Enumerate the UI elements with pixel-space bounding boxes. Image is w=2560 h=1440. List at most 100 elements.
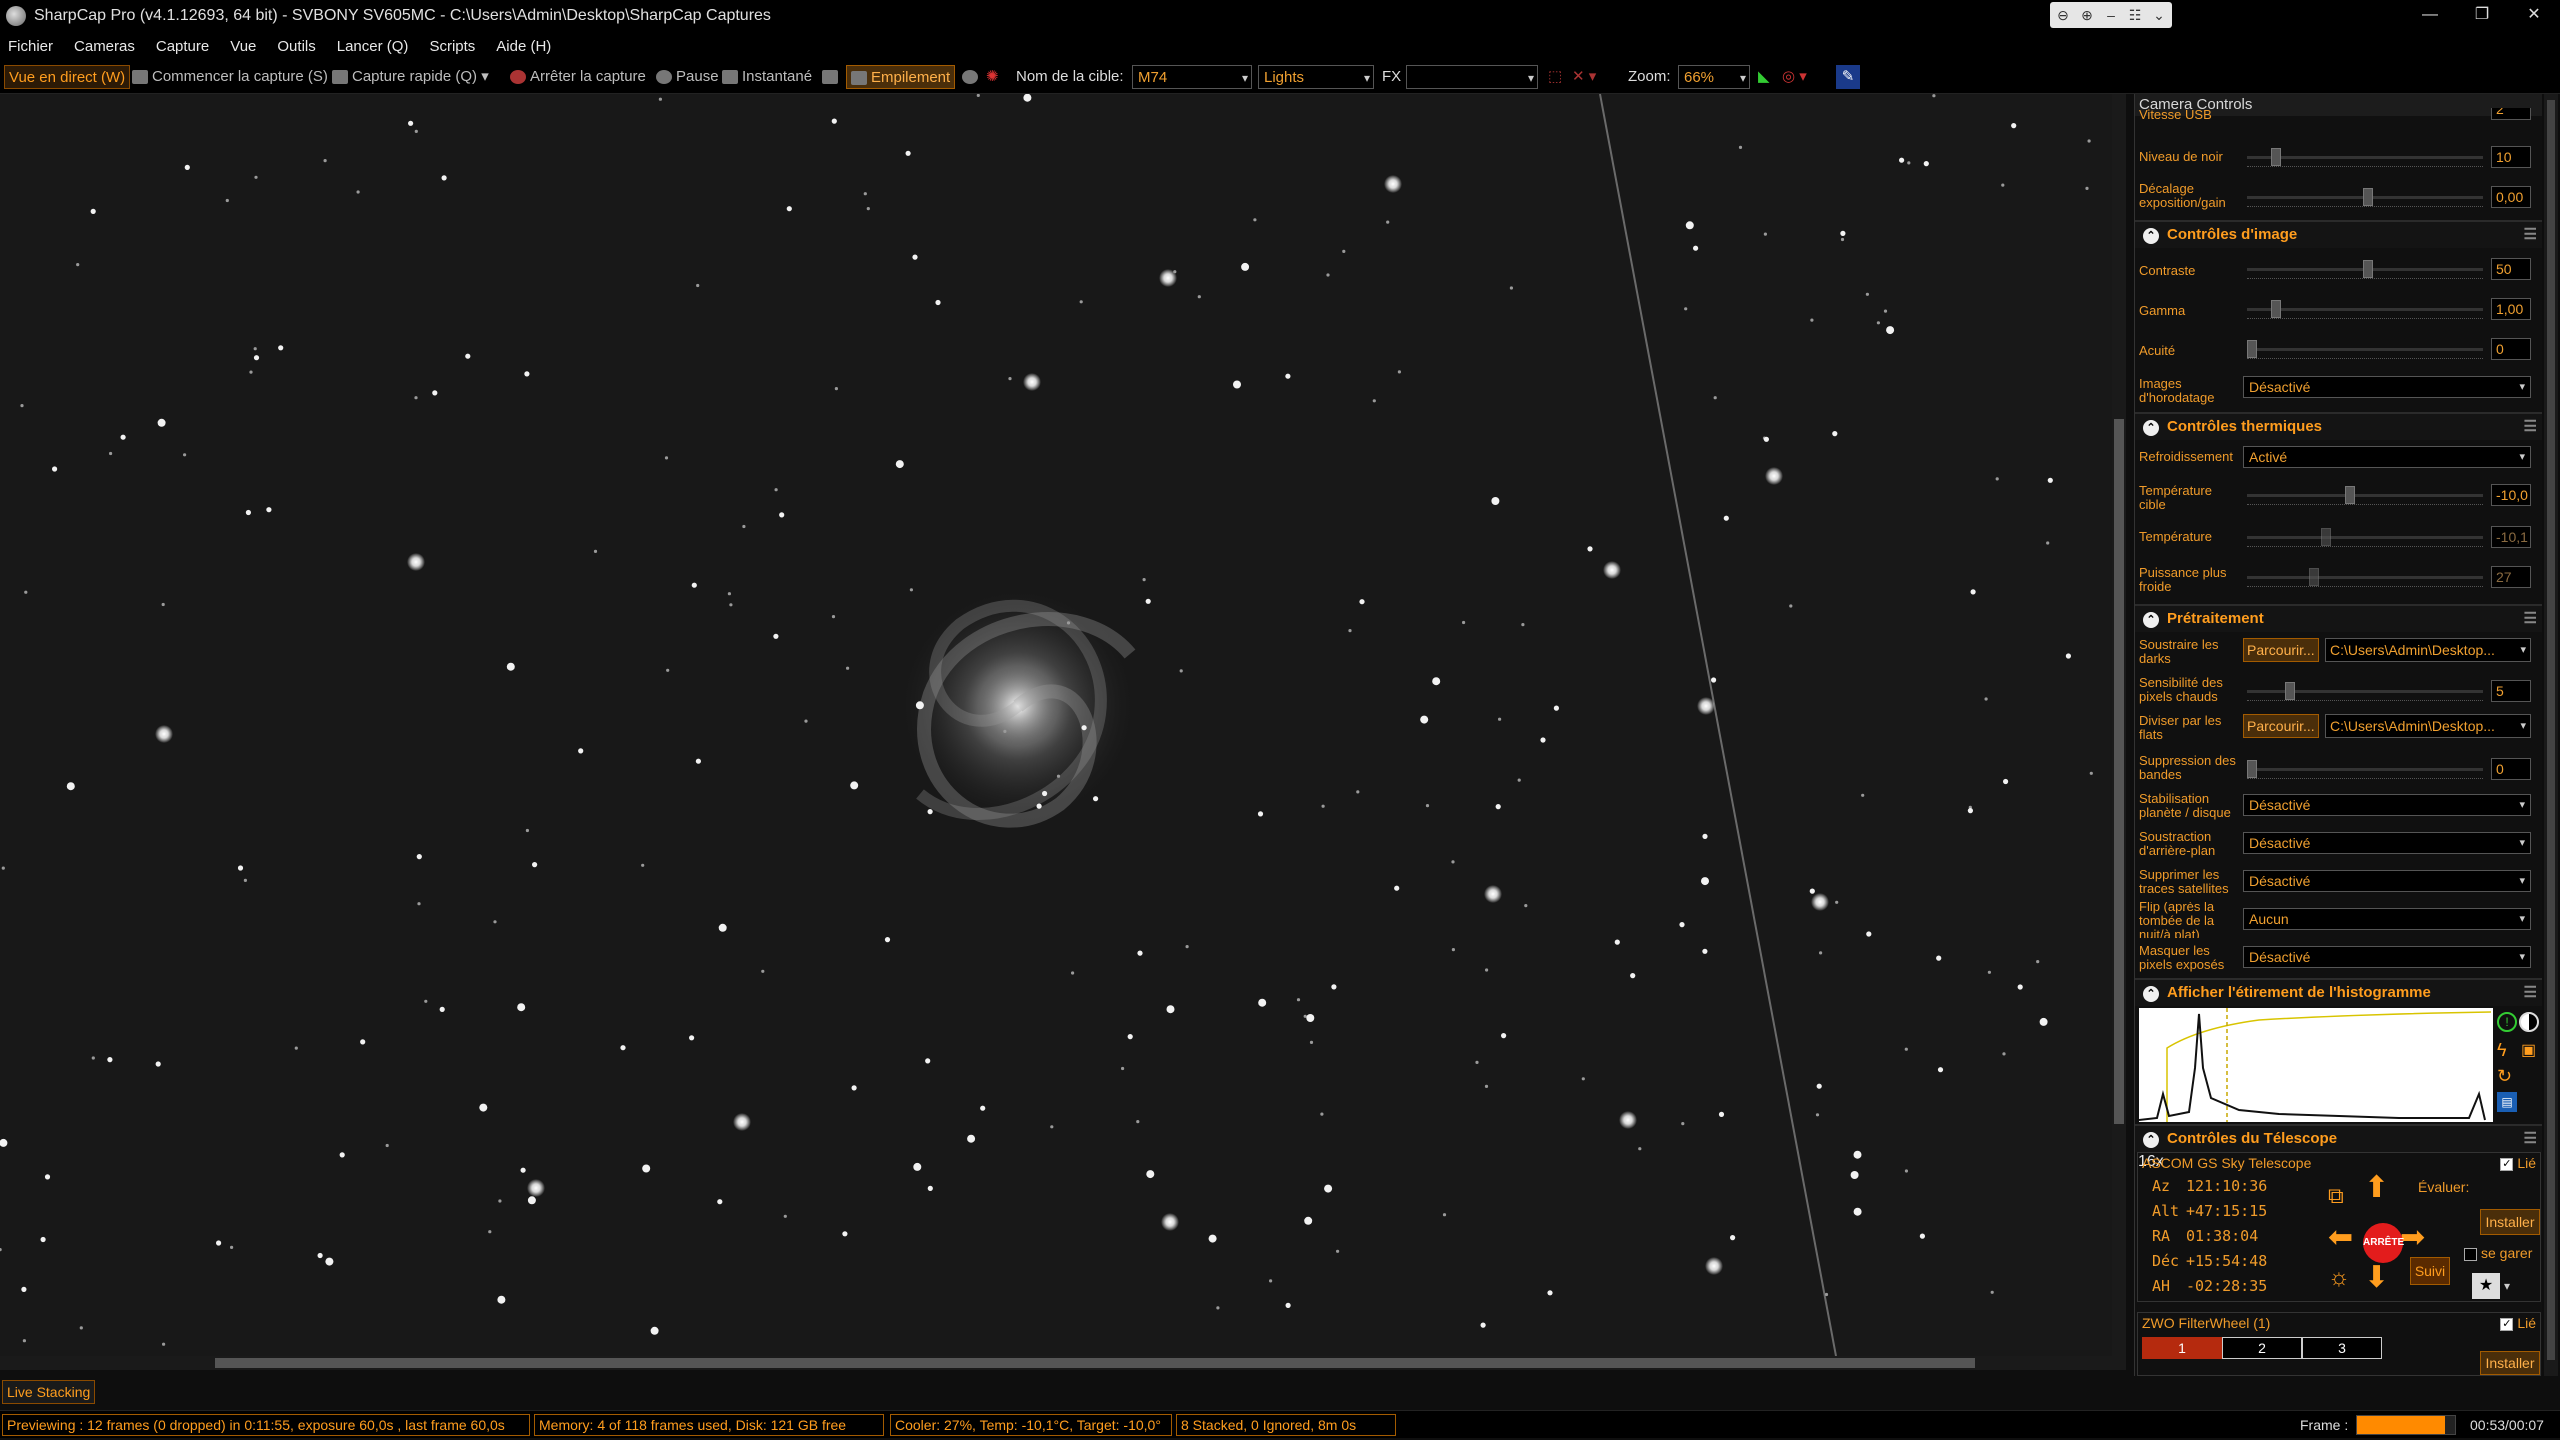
live-image-view[interactable]	[0, 94, 2112, 1356]
refroidissement-dropdown[interactable]: Activé	[2243, 446, 2531, 468]
masquer-dropdown[interactable]: Désactivé	[2243, 946, 2531, 968]
flats-browse-button[interactable]: Parcourir...	[2243, 714, 2319, 738]
decalage-value[interactable]: 0,00	[2491, 186, 2531, 208]
crosshair-icon[interactable]: ✕ ▾	[1572, 65, 1596, 89]
maximize-button[interactable]: ❐	[2456, 0, 2508, 32]
image-horizontal-scrollbar[interactable]	[0, 1356, 2126, 1370]
park-checkbox[interactable]: se garer	[2464, 1245, 2532, 1261]
filter-slot-3[interactable]: 3	[2302, 1337, 2382, 1359]
gamma-slider[interactable]	[2247, 300, 2483, 318]
panel-scroll-thumb[interactable]	[2547, 100, 2555, 1360]
contraste-value[interactable]: 50	[2491, 258, 2531, 280]
menu-fichier[interactable]: Fichier	[8, 38, 53, 55]
menu-capture[interactable]: Capture	[156, 38, 209, 55]
minimize-button[interactable]: —	[2404, 0, 2456, 32]
annotate-icon[interactable]: ✎	[1836, 65, 1860, 89]
satellites-dropdown[interactable]: Désactivé	[2243, 870, 2531, 892]
menu-vue[interactable]: Vue	[230, 38, 256, 55]
menu-cameras[interactable]: Cameras	[74, 38, 135, 55]
collapse-icon[interactable]: ⌃	[2143, 986, 2159, 1002]
gamma-value[interactable]: 1,00	[2491, 298, 2531, 320]
horodatage-dropdown[interactable]: Désactivé	[2243, 376, 2531, 398]
menu-icon[interactable]: ☰	[2524, 606, 2537, 632]
contraste-slider[interactable]	[2247, 260, 2483, 278]
slider-knob[interactable]	[2363, 260, 2373, 278]
menu-icon[interactable]: ☰	[2524, 414, 2537, 440]
goto-icon[interactable]: ⧉	[2328, 1181, 2344, 1211]
grid-icon[interactable]: ☷	[2126, 7, 2144, 24]
temp-cible-slider[interactable]	[2247, 486, 2483, 504]
flip-dropdown[interactable]: Aucun	[2243, 908, 2531, 930]
live-stacking-tab[interactable]: Live Stacking	[2, 1380, 96, 1404]
dark-frame-icon[interactable]	[962, 65, 982, 89]
stabilisation-dropdown[interactable]: Désactivé	[2243, 794, 2531, 816]
bandes-value[interactable]: 0	[2491, 758, 2531, 780]
arrow-left-button[interactable]: ⬅	[2328, 1223, 2353, 1253]
frame-type-combo[interactable]: Lights	[1258, 65, 1374, 90]
acuite-slider[interactable]	[2247, 340, 2483, 358]
horizontal-scroll-thumb[interactable]	[215, 1358, 1975, 1368]
bandes-slider[interactable]	[2247, 760, 2483, 778]
darks-path-dropdown[interactable]: C:\Users\Admin\Desktop...	[2325, 638, 2531, 662]
arrow-down-button[interactable]: ⬇	[2364, 1263, 2389, 1293]
lightning-icon[interactable]: ϟ	[2497, 1040, 2507, 1061]
histogram-header[interactable]: ⌃ Afficher l'étirement de l'histogramme ☰	[2135, 978, 2542, 1006]
temp-cible-value[interactable]: -10,0	[2491, 484, 2531, 506]
slider-knob[interactable]	[2247, 340, 2257, 358]
contrast-icon[interactable]	[2519, 1012, 2539, 1032]
stop-capture-button[interactable]: Arrêter la capture	[510, 65, 646, 89]
lock-icon[interactable]: ▣	[2521, 1040, 2536, 1060]
menu-outils[interactable]: Outils	[277, 38, 315, 55]
live-view-button[interactable]: Vue en direct (W)	[4, 65, 131, 89]
telescope-header[interactable]: ⌃ Contrôles du Télescope ☰	[2135, 1124, 2542, 1152]
install-button[interactable]: Installer	[2480, 1209, 2540, 1235]
target-name-combo[interactable]: M74	[1132, 65, 1252, 90]
slider-knob[interactable]	[2345, 486, 2355, 504]
snapshot-button[interactable]: Instantané	[722, 65, 812, 89]
save-icon[interactable]: ▤	[2497, 1092, 2517, 1112]
close-button[interactable]: ✕	[2508, 0, 2560, 32]
histogram-icon[interactable]: ◣	[1758, 65, 1770, 89]
collapse-icon[interactable]: ⌃	[2143, 420, 2159, 436]
sun-icon[interactable]: ☼	[2328, 1263, 2350, 1293]
auto-stretch-icon[interactable]: !	[2497, 1012, 2517, 1032]
zoom-combo[interactable]: 66%	[1678, 65, 1750, 90]
slider-knob[interactable]	[2363, 188, 2373, 206]
star-icon[interactable]: ★	[2472, 1273, 2500, 1299]
highlight-icon[interactable]: ⬚	[1548, 65, 1562, 89]
start-capture-button[interactable]: Commencer la capture (S)	[132, 65, 328, 89]
globe-icon[interactable]: ⊕	[2078, 7, 2096, 24]
stacking-button[interactable]: Empilement	[846, 65, 956, 89]
decalage-slider[interactable]	[2247, 188, 2483, 206]
pretraitement-header[interactable]: ⌃ Prétraitement ☰	[2135, 604, 2542, 632]
menu-aide[interactable]: Aide (H)	[496, 38, 551, 55]
slider-knob[interactable]	[2271, 300, 2281, 318]
vertical-scroll-thumb[interactable]	[2114, 419, 2124, 1124]
pause-button[interactable]: Pause	[656, 65, 719, 89]
thermal-header[interactable]: ⌃ Contrôles thermiques ☰	[2135, 412, 2542, 440]
filter-slot-1[interactable]: 1	[2142, 1337, 2222, 1359]
slider-knob[interactable]	[2247, 760, 2257, 778]
filter-slot-2[interactable]: 2	[2222, 1337, 2302, 1359]
shield-icon[interactable]: ⊖	[2054, 7, 2072, 24]
slider-knob[interactable]	[2285, 682, 2295, 700]
stop-button[interactable]: ARRÊTE	[2363, 1223, 2404, 1263]
filterwheel-install-button[interactable]: Installer	[2480, 1351, 2540, 1375]
chevron-down-icon[interactable]: ▾	[2504, 1279, 2510, 1293]
quick-capture-button[interactable]: Capture rapide (Q) ▾	[332, 65, 489, 89]
menu-icon[interactable]: ☰	[2524, 222, 2537, 248]
panel-scrollbar[interactable]	[2544, 94, 2558, 1376]
reset-icon[interactable]: ↻	[2497, 1066, 2512, 1087]
chevron-down-icon[interactable]: ⌄	[2150, 7, 2168, 24]
slider-knob[interactable]	[2271, 148, 2281, 166]
usb-speed-value[interactable]: 2	[2491, 108, 2531, 120]
track-button[interactable]: Suivi	[2410, 1257, 2450, 1285]
titlebar-widgets[interactable]: ⊖ ⊕ – ☷ ⌄	[2050, 2, 2172, 28]
niveau-noir-value[interactable]: 10	[2491, 146, 2531, 168]
menu-icon[interactable]: ☰	[2524, 1126, 2537, 1152]
collapse-icon[interactable]: ⌃	[2143, 228, 2159, 244]
collapse-icon[interactable]: ⌃	[2143, 1132, 2159, 1148]
sensibilite-slider[interactable]	[2247, 682, 2483, 700]
filterwheel-linked-checkbox[interactable]: ✓ Lié	[2500, 1315, 2536, 1331]
fx-combo[interactable]	[1406, 65, 1538, 90]
